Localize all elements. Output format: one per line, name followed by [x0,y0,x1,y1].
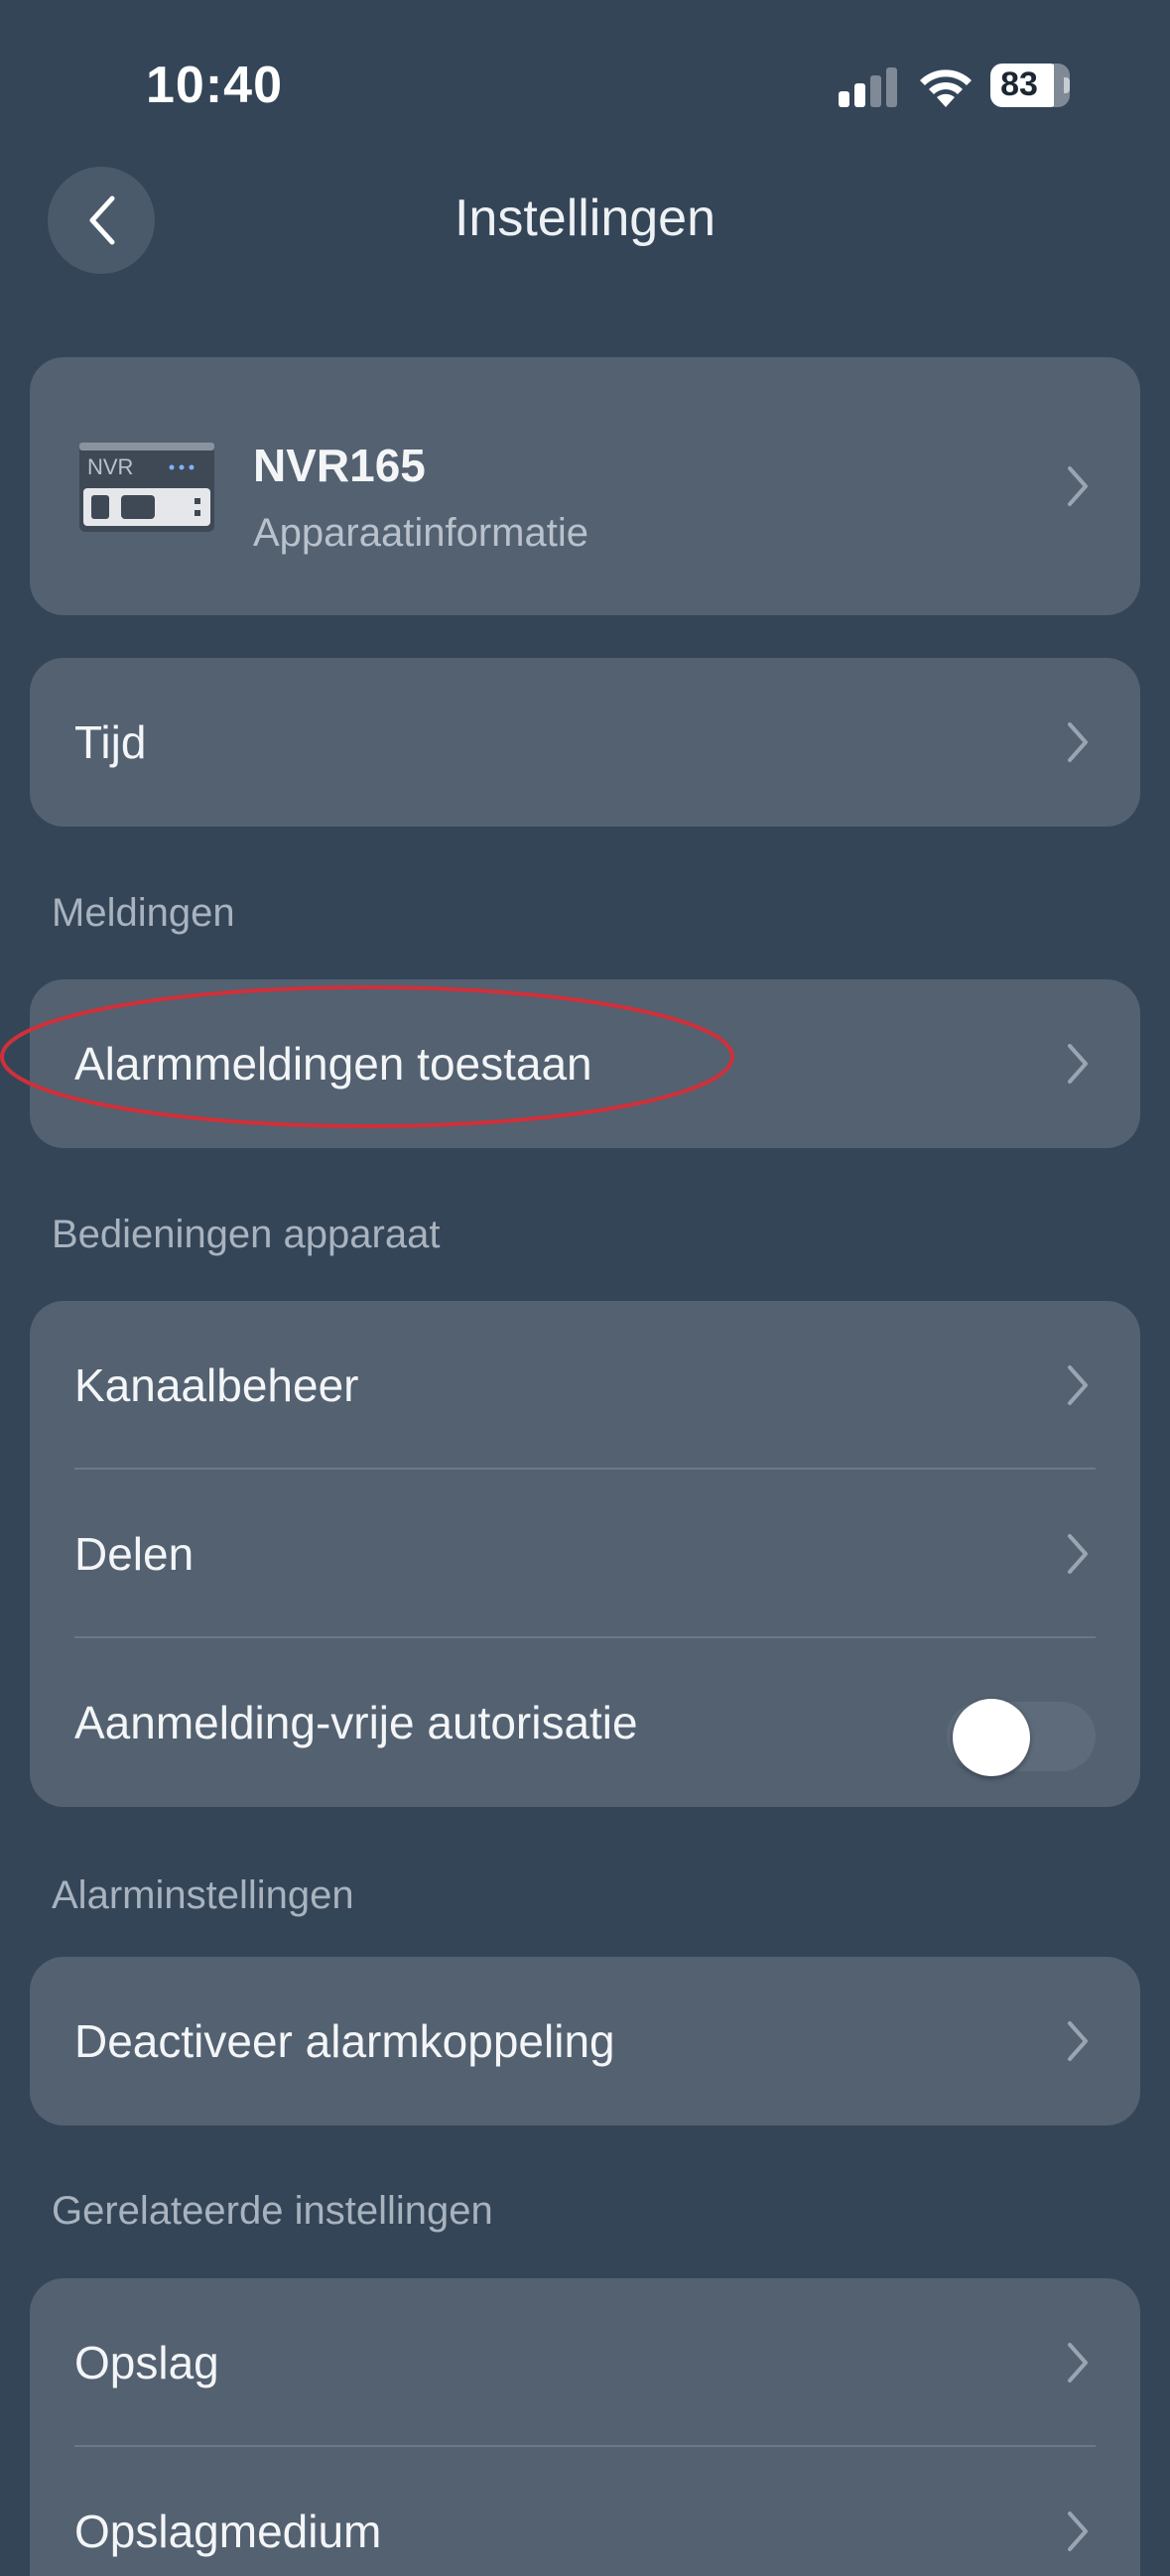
login-free-authorization-label: Aanmelding-vrije autorisatie [74,1697,638,1748]
channel-management-label: Kanaalbeheer [74,1359,359,1411]
time-card: Tijd [30,658,1140,827]
battery-percent: 83 [1000,65,1038,103]
section-title-device-controls: Bedieningen apparaat [52,1213,441,1256]
related-settings-card: Opslag Opslagmedium [30,2278,1140,2576]
chevron-right-icon [1068,466,1088,506]
wifi-icon [920,69,972,107]
toggle-knob [953,1699,1030,1776]
share-label: Delen [74,1528,195,1580]
nvr-icon-label: NVR [87,454,133,479]
section-title-related-settings: Gerelateerde instellingen [52,2189,493,2233]
status-time: 10:40 [146,57,283,114]
storage-row[interactable]: Opslag [30,2278,1140,2447]
deactivate-alarm-linkage-label: Deactiveer alarmkoppeling [74,2015,615,2067]
notifications-card: Alarmmeldingen toestaan [30,979,1140,1148]
nvr-device-icon: NVR [79,443,214,532]
time-row[interactable]: Tijd [30,658,1140,827]
device-name: NVR165 [253,440,426,491]
chevron-right-icon [1068,1044,1088,1084]
section-title-notifications: Meldingen [52,891,235,935]
login-free-authorization-row: Aanmelding-vrije autorisatie [30,1638,1140,1807]
alarm-settings-card: Deactiveer alarmkoppeling [30,1957,1140,2125]
chevron-right-icon [1068,1534,1088,1574]
page-title: Instellingen [454,190,716,247]
chevron-right-icon [1068,722,1088,762]
time-label: Tijd [74,716,147,768]
device-controls-card: Kanaalbeheer Delen Aanmelding-vrije auto… [30,1301,1140,1807]
section-title-alarm-settings: Alarminstellingen [52,1873,354,1917]
login-free-authorization-toggle[interactable] [947,1693,1096,1782]
chevron-right-icon [1068,2512,1088,2551]
chevron-right-icon [1068,2021,1088,2061]
battery-icon: 83 [990,64,1070,109]
alarm-notifications-label: Alarmmeldingen toestaan [74,1038,592,1090]
chevron-right-icon [1068,2343,1088,2383]
chevron-right-icon [1068,1365,1088,1405]
device-info-card[interactable]: NVR NVR165 Apparaatinformatie [30,357,1140,615]
deactivate-alarm-linkage-row[interactable]: Deactiveer alarmkoppeling [30,1957,1140,2125]
device-subtitle: Apparaatinformatie [253,511,588,555]
storage-label: Opslag [74,2337,219,2388]
alarm-notifications-row[interactable]: Alarmmeldingen toestaan [30,979,1140,1148]
storage-medium-row[interactable]: Opslagmedium [30,2447,1140,2576]
cellular-signal-icon [839,67,897,107]
share-row[interactable]: Delen [30,1470,1140,1638]
status-bar: 10:40 83 [0,0,1170,149]
storage-medium-label: Opslagmedium [74,2506,382,2557]
channel-management-row[interactable]: Kanaalbeheer [30,1301,1140,1470]
